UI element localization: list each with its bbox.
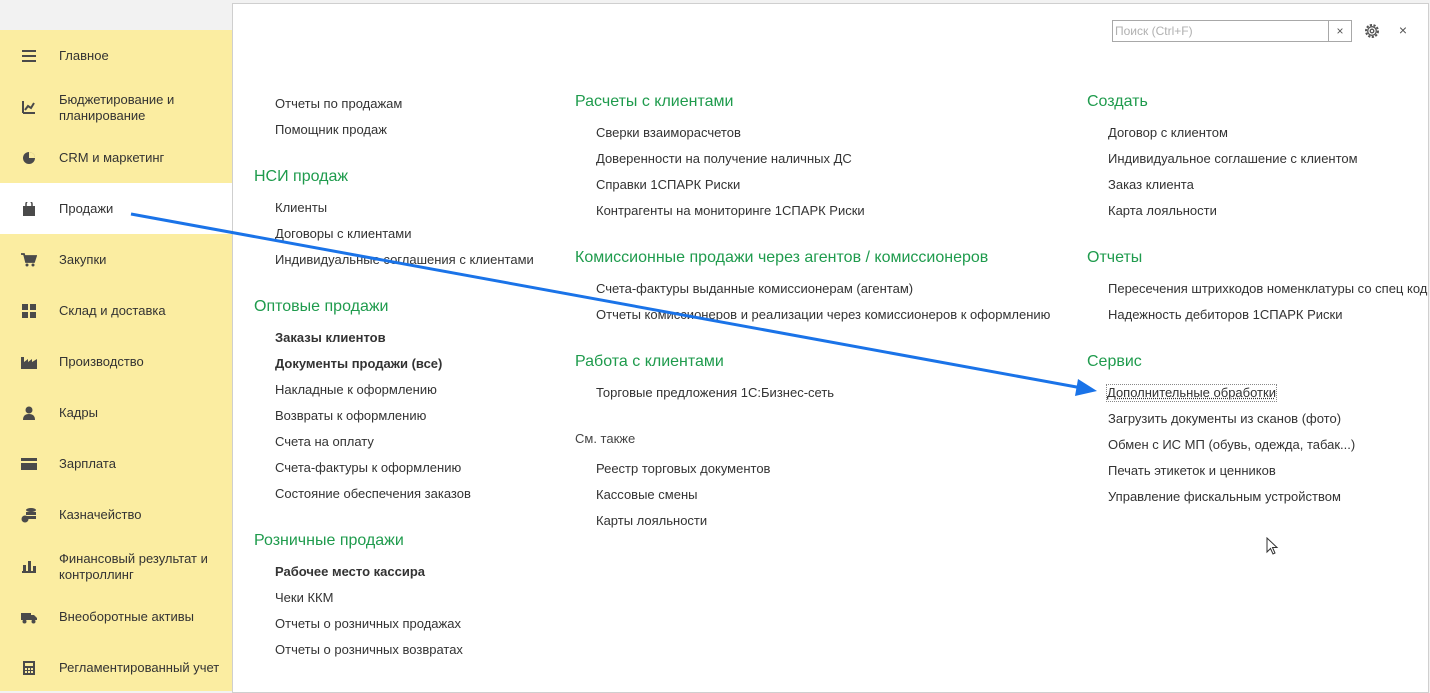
person-icon [21,405,37,421]
link-spark-monitoring[interactable]: Контрагенты на мониторинге 1СПАРК Риски [596,203,865,219]
link-commission-reports[interactable]: Отчеты комиссионеров и реализации через … [596,307,1050,323]
section-title-create: Создать [1087,93,1148,110]
sidebar-item-financial-result[interactable]: Финансовый результат и контроллинг [0,540,232,591]
wallet-card-icon [21,456,37,472]
link-kkm-receipts[interactable]: Чеки ККМ [275,590,333,606]
sidebar-item-fixed-assets[interactable]: Внеоборотные активы [0,591,232,642]
section-title-settlements: Расчеты с клиентами [575,93,734,110]
sidebar-item-label: Финансовый результат и контроллинг [59,551,208,582]
link-tax-invoices-to-process[interactable]: Счета-фактуры к оформлению [275,460,461,476]
sidebar-item-sales[interactable]: Продажи [0,183,232,234]
link-clients[interactable]: Клиенты [275,200,327,216]
sidebar-item-label: Внеоборотные активы [59,609,195,624]
search-input[interactable] [1115,22,1327,40]
bar-chart-icon [21,558,37,574]
link-loyalty-cards[interactable]: Карты лояльности [596,513,707,529]
link-mp-exchange[interactable]: Обмен с ИС МП (обувь, одежда, табак...) [1108,437,1355,453]
link-individual-agreements[interactable]: Индивидуальные соглашения с клиентами [275,252,534,268]
sidebar-item-label: Склад и доставка [59,303,166,318]
sidebar-item-purchases[interactable]: Закупки [0,234,232,285]
search-box: × [1112,20,1352,42]
sidebar-item-label: Казначейство [59,507,142,522]
section-title-nsi: НСИ продаж [254,168,349,185]
sidebar-item-crm[interactable]: CRM и маркетинг [0,132,232,183]
sidebar-item-hr[interactable]: Кадры [0,387,232,438]
pie-chart-icon [21,150,37,166]
link-spark-risk-reports[interactable]: Справки 1СПАРК Риски [596,177,740,193]
link-retail-sales-reports[interactable]: Отчеты о розничных продажах [275,616,461,632]
sidebar-item-label: Бюджетирование и планирование [59,92,175,123]
link-reconciliations[interactable]: Сверки взаиморасчетов [596,125,741,141]
factory-icon [21,354,37,370]
sidebar-item-label: Зарплата [59,456,116,471]
clear-search-button[interactable]: × [1328,21,1351,41]
link-client-contracts[interactable]: Договоры с клиентами [275,226,411,242]
calculator-icon [21,660,37,676]
sidebar-item-production[interactable]: Производство [0,336,232,387]
see-also-label: См. также [575,431,636,446]
section-title-wholesale: Оптовые продажи [254,298,389,315]
sidebar-item-budgeting[interactable]: Бюджетирование и планирование [0,81,232,132]
link-trade-documents-registry[interactable]: Реестр торговых документов [596,461,770,477]
link-debtor-reliability[interactable]: Надежность дебиторов 1СПАРК Риски [1108,307,1343,323]
link-create-contract[interactable]: Договор с клиентом [1108,125,1228,141]
close-button[interactable]: × [1396,22,1410,38]
link-barcode-intersections[interactable]: Пересечения штрихкодов номенклатуры со с… [1108,281,1427,297]
truck-icon [21,609,37,625]
sidebar-item-label: Главное [59,48,109,63]
budget-chart-icon [21,99,37,115]
link-cash-powers-of-attorney[interactable]: Доверенности на получение наличных ДС [596,151,852,167]
link-order-provision-status[interactable]: Состояние обеспечения заказов [275,486,471,502]
sidebar-item-treasury[interactable]: Казначейство [0,489,232,540]
sidebar-item-main[interactable]: Главное [0,30,232,81]
link-trade-offers[interactable]: Торговые предложения 1С:Бизнес-сеть [596,385,834,401]
section-title-commission: Комиссионные продажи через агентов / ком… [575,249,989,266]
sidebar-item-label: Производство [59,354,144,369]
sidebar-item-label: Кадры [59,405,98,420]
link-cash-shifts[interactable]: Кассовые смены [596,487,697,503]
link-additional-processing[interactable]: Дополнительные обработки [1106,384,1277,402]
link-payment-invoices[interactable]: Счета на оплату [275,434,374,450]
link-create-agreement[interactable]: Индивидуальное соглашение с клиентом [1108,151,1358,167]
link-sales-assistant[interactable]: Помощник продаж [275,122,387,138]
link-create-order[interactable]: Заказ клиента [1108,177,1194,193]
coins-stack-icon [21,507,37,523]
link-print-labels[interactable]: Печать этикеток и ценников [1108,463,1276,479]
sidebar-item-warehouse[interactable]: Склад и доставка [0,285,232,336]
link-sales-documents[interactable]: Документы продажи (все) [275,356,442,372]
warehouse-grid-icon [21,303,37,319]
section-title-retail: Розничные продажи [254,532,404,549]
link-retail-returns-reports[interactable]: Отчеты о розничных возвратах [275,642,463,658]
gear-icon[interactable] [1363,22,1381,40]
shopping-bag-icon [21,201,37,217]
link-returns-to-process[interactable]: Возвраты к оформлению [275,408,426,424]
link-fiscal-device[interactable]: Управление фискальным устройством [1108,489,1341,505]
link-client-orders[interactable]: Заказы клиентов [275,330,386,346]
section-title-client-work: Работа с клиентами [575,353,724,370]
link-load-scanned-documents[interactable]: Загрузить документы из сканов (фото) [1108,411,1341,427]
section-title-reports: Отчеты [1087,249,1143,266]
mouse-cursor-icon [1266,537,1279,555]
link-cashier-workplace[interactable]: Рабочее место кассира [275,564,425,580]
sales-section-panel [232,3,1429,693]
sidebar-item-label: Регламентированный учет [59,660,220,675]
sidebar-item-salary[interactable]: Зарплата [0,438,232,489]
link-create-loyalty-card[interactable]: Карта лояльности [1108,203,1217,219]
section-title-service: Сервис [1087,353,1142,370]
menu-lines-icon [21,48,37,64]
sidebar-item-regulated-accounting[interactable]: Регламентированный учет [0,642,232,691]
sidebar-item-label: CRM и маркетинг [59,150,165,165]
sidebar-item-label: Продажи [59,201,114,216]
link-commission-invoices[interactable]: Счета-фактуры выданные комиссионерам (аг… [596,281,913,297]
sections-sidebar: Главное Бюджетирование и планирование CR… [0,30,232,691]
link-invoices-to-process[interactable]: Накладные к оформлению [275,382,437,398]
shopping-cart-icon [21,252,37,268]
sidebar-item-label: Закупки [59,252,107,267]
link-sales-reports[interactable]: Отчеты по продажам [275,96,402,112]
